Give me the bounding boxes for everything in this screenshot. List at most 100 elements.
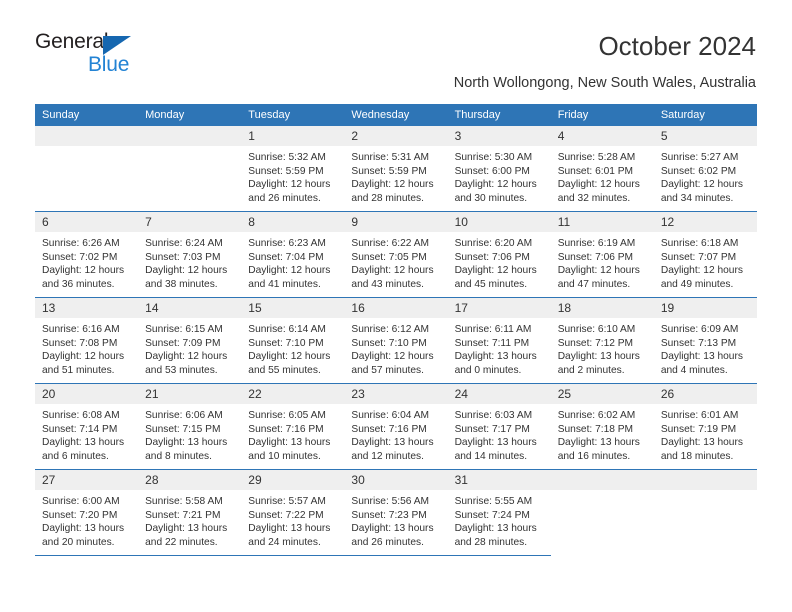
- day-number: 15: [241, 298, 345, 318]
- day-sun-info: Sunrise: 6:09 AM Sunset: 7:13 PM Daylight:…: [654, 318, 757, 377]
- day-sun-info: Sunrise: 6:20 AM Sunset: 7:06 PM Daylight:…: [448, 232, 551, 291]
- calendar-day-cell[interactable]: 17 Sunrise: 6:11 AM Sunset: 7:11 PM Dayligh…: [447, 297, 551, 384]
- calendar-grid: Sunday Monday Tuesday Wednesday Thursday…: [35, 104, 757, 556]
- calendar-day-cell[interactable]: 6 Sunrise: 6:26 AM Sunset: 7:02 PM Daylight…: [35, 211, 139, 298]
- daylight-duration-line2: and 41 minutes.: [248, 278, 321, 290]
- daylight-duration-line1: Daylight: 13 hours: [42, 523, 125, 535]
- calendar-day-cell[interactable]: 1 Sunrise: 5:32 AM Sunset: 5:59 PM Daylight…: [241, 126, 345, 212]
- calendar-day-cell[interactable]: 22 Sunrise: 6:05 AM Sunset: 7:16 PM Dayligh…: [241, 383, 345, 470]
- daylight-duration-line2: and 55 minutes.: [248, 364, 321, 376]
- sunrise-time: Sunrise: 6:02 AM: [557, 410, 636, 421]
- sunset-time: Sunset: 6:02 PM: [660, 165, 737, 177]
- calendar-day-cell[interactable]: 16 Sunrise: 6:12 AM Sunset: 7:10 PM Dayligh…: [344, 297, 448, 384]
- day-number: 2: [344, 126, 448, 146]
- daylight-duration-line1: Daylight: 13 hours: [454, 523, 537, 535]
- sunset-time: Sunset: 7:05 PM: [351, 251, 427, 263]
- daylight-duration-line1: Daylight: 12 hours: [660, 265, 743, 277]
- daylight-duration-line1: Daylight: 13 hours: [351, 523, 434, 535]
- calendar-day-cell[interactable]: 2 Sunrise: 5:31 AM Sunset: 5:59 PM Daylight…: [344, 126, 448, 212]
- sunset-time: Sunset: 7:04 PM: [248, 251, 324, 263]
- daylight-duration-line1: Daylight: 13 hours: [248, 437, 331, 449]
- daylight-duration-line2: and 28 minutes.: [454, 536, 528, 548]
- daylight-duration-line2: and 16 minutes.: [557, 450, 631, 462]
- weekday-header-saturday: Saturday: [653, 104, 757, 126]
- calendar-day-cell[interactable]: 25 Sunrise: 6:02 AM Sunset: 7:18 PM Dayligh…: [550, 383, 654, 470]
- calendar-week-row: 27 Sunrise: 6:00 AM Sunset: 7:20 PM Dayligh…: [35, 469, 757, 556]
- daylight-duration-line1: Daylight: 12 hours: [351, 351, 434, 363]
- day-number: 7: [138, 212, 242, 232]
- sunset-time: Sunset: 7:20 PM: [42, 509, 118, 521]
- daylight-duration-line2: and 57 minutes.: [351, 364, 424, 376]
- day-number: 8: [241, 212, 345, 232]
- calendar-day-cell[interactable]: 31 Sunrise: 5:55 AM Sunset: 7:24 PM Dayligh…: [447, 469, 551, 556]
- day-number: 20: [35, 384, 139, 404]
- daylight-duration-line1: Daylight: 12 hours: [248, 351, 331, 363]
- calendar-day-cell[interactable]: 4 Sunrise: 5:28 AM Sunset: 6:01 PM Daylight…: [550, 126, 654, 212]
- daylight-duration-line1: Daylight: 13 hours: [454, 437, 537, 449]
- calendar-day-cell[interactable]: 13 Sunrise: 6:16 AM Sunset: 7:08 PM Dayligh…: [35, 297, 139, 384]
- weekday-header-monday: Monday: [138, 104, 242, 126]
- sunset-time: Sunset: 7:10 PM: [351, 337, 427, 349]
- calendar-day-cell[interactable]: 26 Sunrise: 6:01 AM Sunset: 7:19 PM Dayligh…: [653, 383, 757, 470]
- daylight-duration-line2: and 10 minutes.: [248, 450, 321, 462]
- day-sun-info: Sunrise: 6:18 AM Sunset: 7:07 PM Daylight:…: [654, 232, 757, 291]
- calendar-day-cell[interactable]: 24 Sunrise: 6:03 AM Sunset: 7:17 PM Dayligh…: [447, 383, 551, 470]
- daylight-duration-line2: and 12 minutes.: [351, 450, 424, 462]
- calendar-day-cell[interactable]: 30 Sunrise: 5:56 AM Sunset: 7:23 PM Dayligh…: [344, 469, 448, 556]
- daylight-duration-line1: Daylight: 12 hours: [248, 265, 331, 277]
- sunrise-time: Sunrise: 6:11 AM: [454, 324, 532, 335]
- sunrise-time: Sunrise: 6:18 AM: [660, 238, 739, 249]
- calendar-day-cell[interactable]: 18 Sunrise: 6:10 AM Sunset: 7:12 PM Dayligh…: [550, 297, 654, 384]
- daylight-duration-line2: and 18 minutes.: [660, 450, 734, 462]
- day-number: 12: [653, 212, 757, 232]
- calendar-day-cell[interactable]: 28 Sunrise: 5:58 AM Sunset: 7:21 PM Dayligh…: [138, 469, 242, 556]
- calendar-day-cell[interactable]: 15 Sunrise: 6:14 AM Sunset: 7:10 PM Dayligh…: [241, 297, 345, 384]
- calendar-day-cell[interactable]: 12 Sunrise: 6:18 AM Sunset: 7:07 PM Dayligh…: [653, 211, 757, 298]
- daylight-duration-line2: and 14 minutes.: [454, 450, 528, 462]
- day-sun-info: Sunrise: 5:56 AM Sunset: 7:23 PM Daylight:…: [344, 490, 447, 549]
- sunset-time: Sunset: 6:00 PM: [454, 165, 530, 177]
- day-sun-info: Sunrise: 6:06 AM Sunset: 7:15 PM Daylight:…: [138, 404, 241, 463]
- day-sun-info: Sunrise: 6:00 AM Sunset: 7:20 PM Daylight:…: [35, 490, 138, 549]
- calendar-day-cell-empty: [550, 470, 654, 556]
- day-number: [35, 126, 139, 146]
- daylight-duration-line1: Daylight: 13 hours: [145, 437, 228, 449]
- daylight-duration-line2: and 26 minutes.: [351, 536, 424, 548]
- sunrise-time: Sunrise: 6:06 AM: [145, 410, 223, 421]
- calendar-day-cell[interactable]: 11 Sunrise: 6:19 AM Sunset: 7:06 PM Dayligh…: [550, 211, 654, 298]
- calendar-day-cell[interactable]: 20 Sunrise: 6:08 AM Sunset: 7:14 PM Dayligh…: [35, 383, 139, 470]
- day-sun-info: Sunrise: 6:12 AM Sunset: 7:10 PM Daylight:…: [344, 318, 447, 377]
- day-number: 21: [138, 384, 242, 404]
- daylight-duration-line1: Daylight: 13 hours: [42, 437, 125, 449]
- calendar-day-cell[interactable]: 9 Sunrise: 6:22 AM Sunset: 7:05 PM Daylight…: [344, 211, 448, 298]
- day-sun-info: Sunrise: 6:01 AM Sunset: 7:19 PM Daylight:…: [654, 404, 757, 463]
- sunrise-time: Sunrise: 5:57 AM: [248, 496, 326, 507]
- daylight-duration-line2: and 22 minutes.: [145, 536, 218, 548]
- calendar-day-cell[interactable]: 7 Sunrise: 6:24 AM Sunset: 7:03 PM Daylight…: [138, 211, 242, 298]
- daylight-duration-line2: and 24 minutes.: [248, 536, 321, 548]
- calendar-day-cell[interactable]: 27 Sunrise: 6:00 AM Sunset: 7:20 PM Dayligh…: [35, 469, 139, 556]
- day-sun-info: Sunrise: 5:31 AM Sunset: 5:59 PM Daylight:…: [344, 146, 447, 205]
- calendar-week-row: 1 Sunrise: 5:32 AM Sunset: 5:59 PM Daylight…: [35, 126, 757, 212]
- calendar-day-cell[interactable]: 23 Sunrise: 6:04 AM Sunset: 7:16 PM Dayligh…: [344, 383, 448, 470]
- calendar-day-cell-empty: [138, 126, 242, 212]
- calendar-day-cell[interactable]: 8 Sunrise: 6:23 AM Sunset: 7:04 PM Daylight…: [241, 211, 345, 298]
- sunset-time: Sunset: 7:15 PM: [145, 423, 221, 435]
- sunset-time: Sunset: 7:10 PM: [248, 337, 324, 349]
- day-sun-info: Sunrise: 6:19 AM Sunset: 7:06 PM Daylight:…: [551, 232, 654, 291]
- calendar-day-cell[interactable]: 14 Sunrise: 6:15 AM Sunset: 7:09 PM Dayligh…: [138, 297, 242, 384]
- calendar-day-cell[interactable]: 21 Sunrise: 6:06 AM Sunset: 7:15 PM Dayligh…: [138, 383, 242, 470]
- calendar-day-cell[interactable]: 5 Sunrise: 5:27 AM Sunset: 6:02 PM Daylight…: [653, 126, 757, 212]
- sunset-time: Sunset: 7:07 PM: [660, 251, 737, 263]
- day-sun-info: Sunrise: 5:28 AM Sunset: 6:01 PM Daylight:…: [551, 146, 654, 205]
- calendar-week-row: 13 Sunrise: 6:16 AM Sunset: 7:08 PM Dayligh…: [35, 297, 757, 384]
- daylight-duration-line1: Daylight: 12 hours: [557, 265, 640, 277]
- day-sun-info: [138, 146, 241, 151]
- calendar-day-cell[interactable]: 3 Sunrise: 5:30 AM Sunset: 6:00 PM Daylight…: [447, 126, 551, 212]
- daylight-duration-line2: and 53 minutes.: [145, 364, 218, 376]
- calendar-day-cell[interactable]: 29 Sunrise: 5:57 AM Sunset: 7:22 PM Dayligh…: [241, 469, 345, 556]
- daylight-duration-line2: and 38 minutes.: [145, 278, 218, 290]
- daylight-duration-line2: and 2 minutes.: [557, 364, 625, 376]
- calendar-day-cell[interactable]: 19 Sunrise: 6:09 AM Sunset: 7:13 PM Dayligh…: [653, 297, 757, 384]
- calendar-day-cell[interactable]: 10 Sunrise: 6:20 AM Sunset: 7:06 PM Dayligh…: [447, 211, 551, 298]
